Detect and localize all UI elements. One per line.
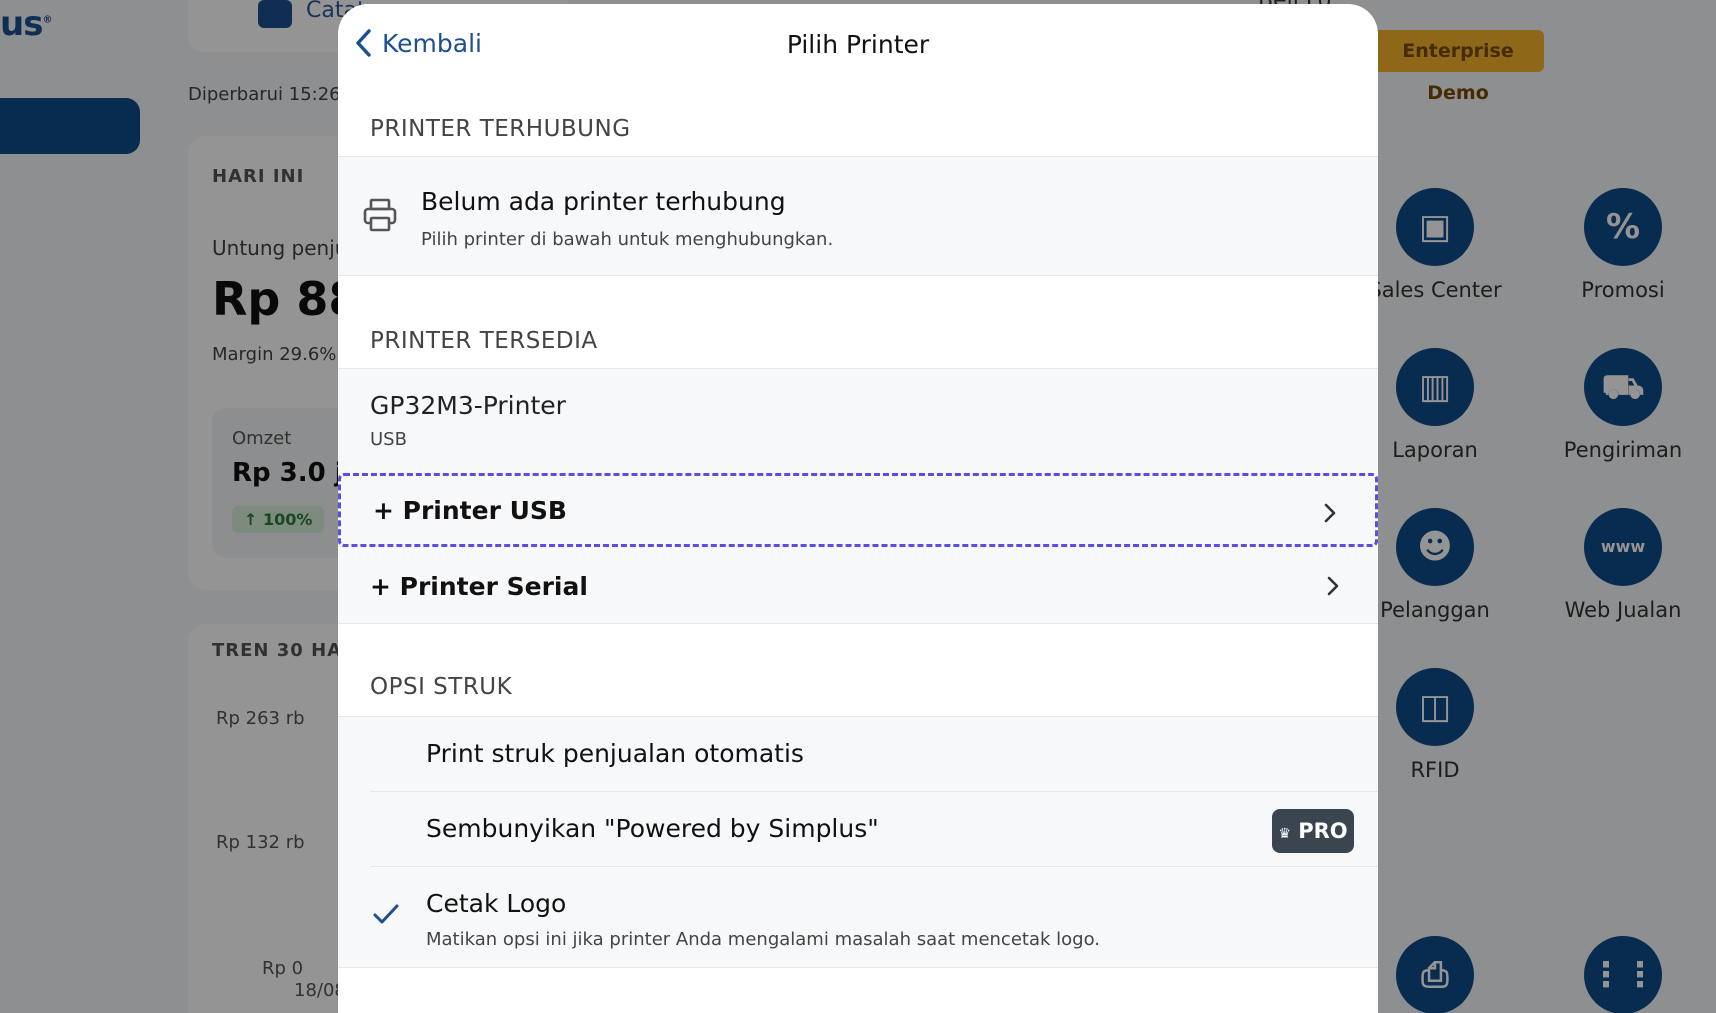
- option-print-logo-description: Matikan opsi ini jika printer Anda menga…: [426, 929, 1100, 950]
- option-print-logo[interactable]: Cetak Logo Matikan opsi ini jika printer…: [338, 867, 1378, 969]
- option-auto-print-label: Print struk penjualan otomatis: [426, 739, 804, 768]
- pro-badge: ♛ PRO: [1272, 809, 1354, 853]
- connected-status-title: Belum ada printer terhubung: [421, 187, 786, 216]
- option-hide-powered-by[interactable]: Sembunyikan "Powered by Simplus": [338, 792, 1378, 866]
- crown-icon: ♛: [1278, 826, 1291, 842]
- option-hide-powered-label: Sembunyikan "Powered by Simplus": [426, 814, 879, 843]
- add-usb-printer-label: + Printer USB: [373, 495, 567, 525]
- available-printers-group: GP32M3-Printer USB + Printer USB + Print…: [338, 368, 1378, 624]
- connected-printer-group: Belum ada printer terhubung Pilih printe…: [338, 156, 1378, 276]
- printer-name: GP32M3-Printer: [370, 391, 566, 420]
- option-print-logo-label: Cetak Logo: [426, 889, 567, 918]
- add-serial-printer-label: + Printer Serial: [370, 571, 588, 601]
- option-auto-print[interactable]: Print struk penjualan otomatis: [338, 717, 1378, 791]
- printer-connection-type: USB: [370, 429, 407, 450]
- chevron-right-icon: [1327, 576, 1339, 596]
- modal-title: Pilih Printer: [786, 30, 930, 59]
- printer-icon: [363, 198, 397, 232]
- modal-nav-bar: Kembali Pilih Printer: [338, 4, 1378, 88]
- add-usb-printer-button[interactable]: + Printer USB: [338, 473, 1378, 547]
- section-header-receipt-options: OPSI STRUK: [370, 674, 513, 700]
- section-header-available: PRINTER TERSEDIA: [370, 328, 598, 354]
- printer-list-item[interactable]: GP32M3-Printer USB: [338, 369, 1378, 469]
- chevron-right-icon: [1324, 503, 1336, 523]
- receipt-options-group: Print struk penjualan otomatis Sembunyik…: [338, 716, 1378, 968]
- connected-status-subtitle: Pilih printer di bawah untuk menghubungk…: [421, 229, 834, 250]
- printer-picker-modal: Kembali Pilih Printer PRINTER TERHUBUNG …: [338, 4, 1378, 1013]
- add-serial-printer-button[interactable]: + Printer Serial: [338, 549, 1378, 623]
- section-header-connected: PRINTER TERHUBUNG: [370, 116, 631, 142]
- checkmark-icon: [373, 904, 399, 924]
